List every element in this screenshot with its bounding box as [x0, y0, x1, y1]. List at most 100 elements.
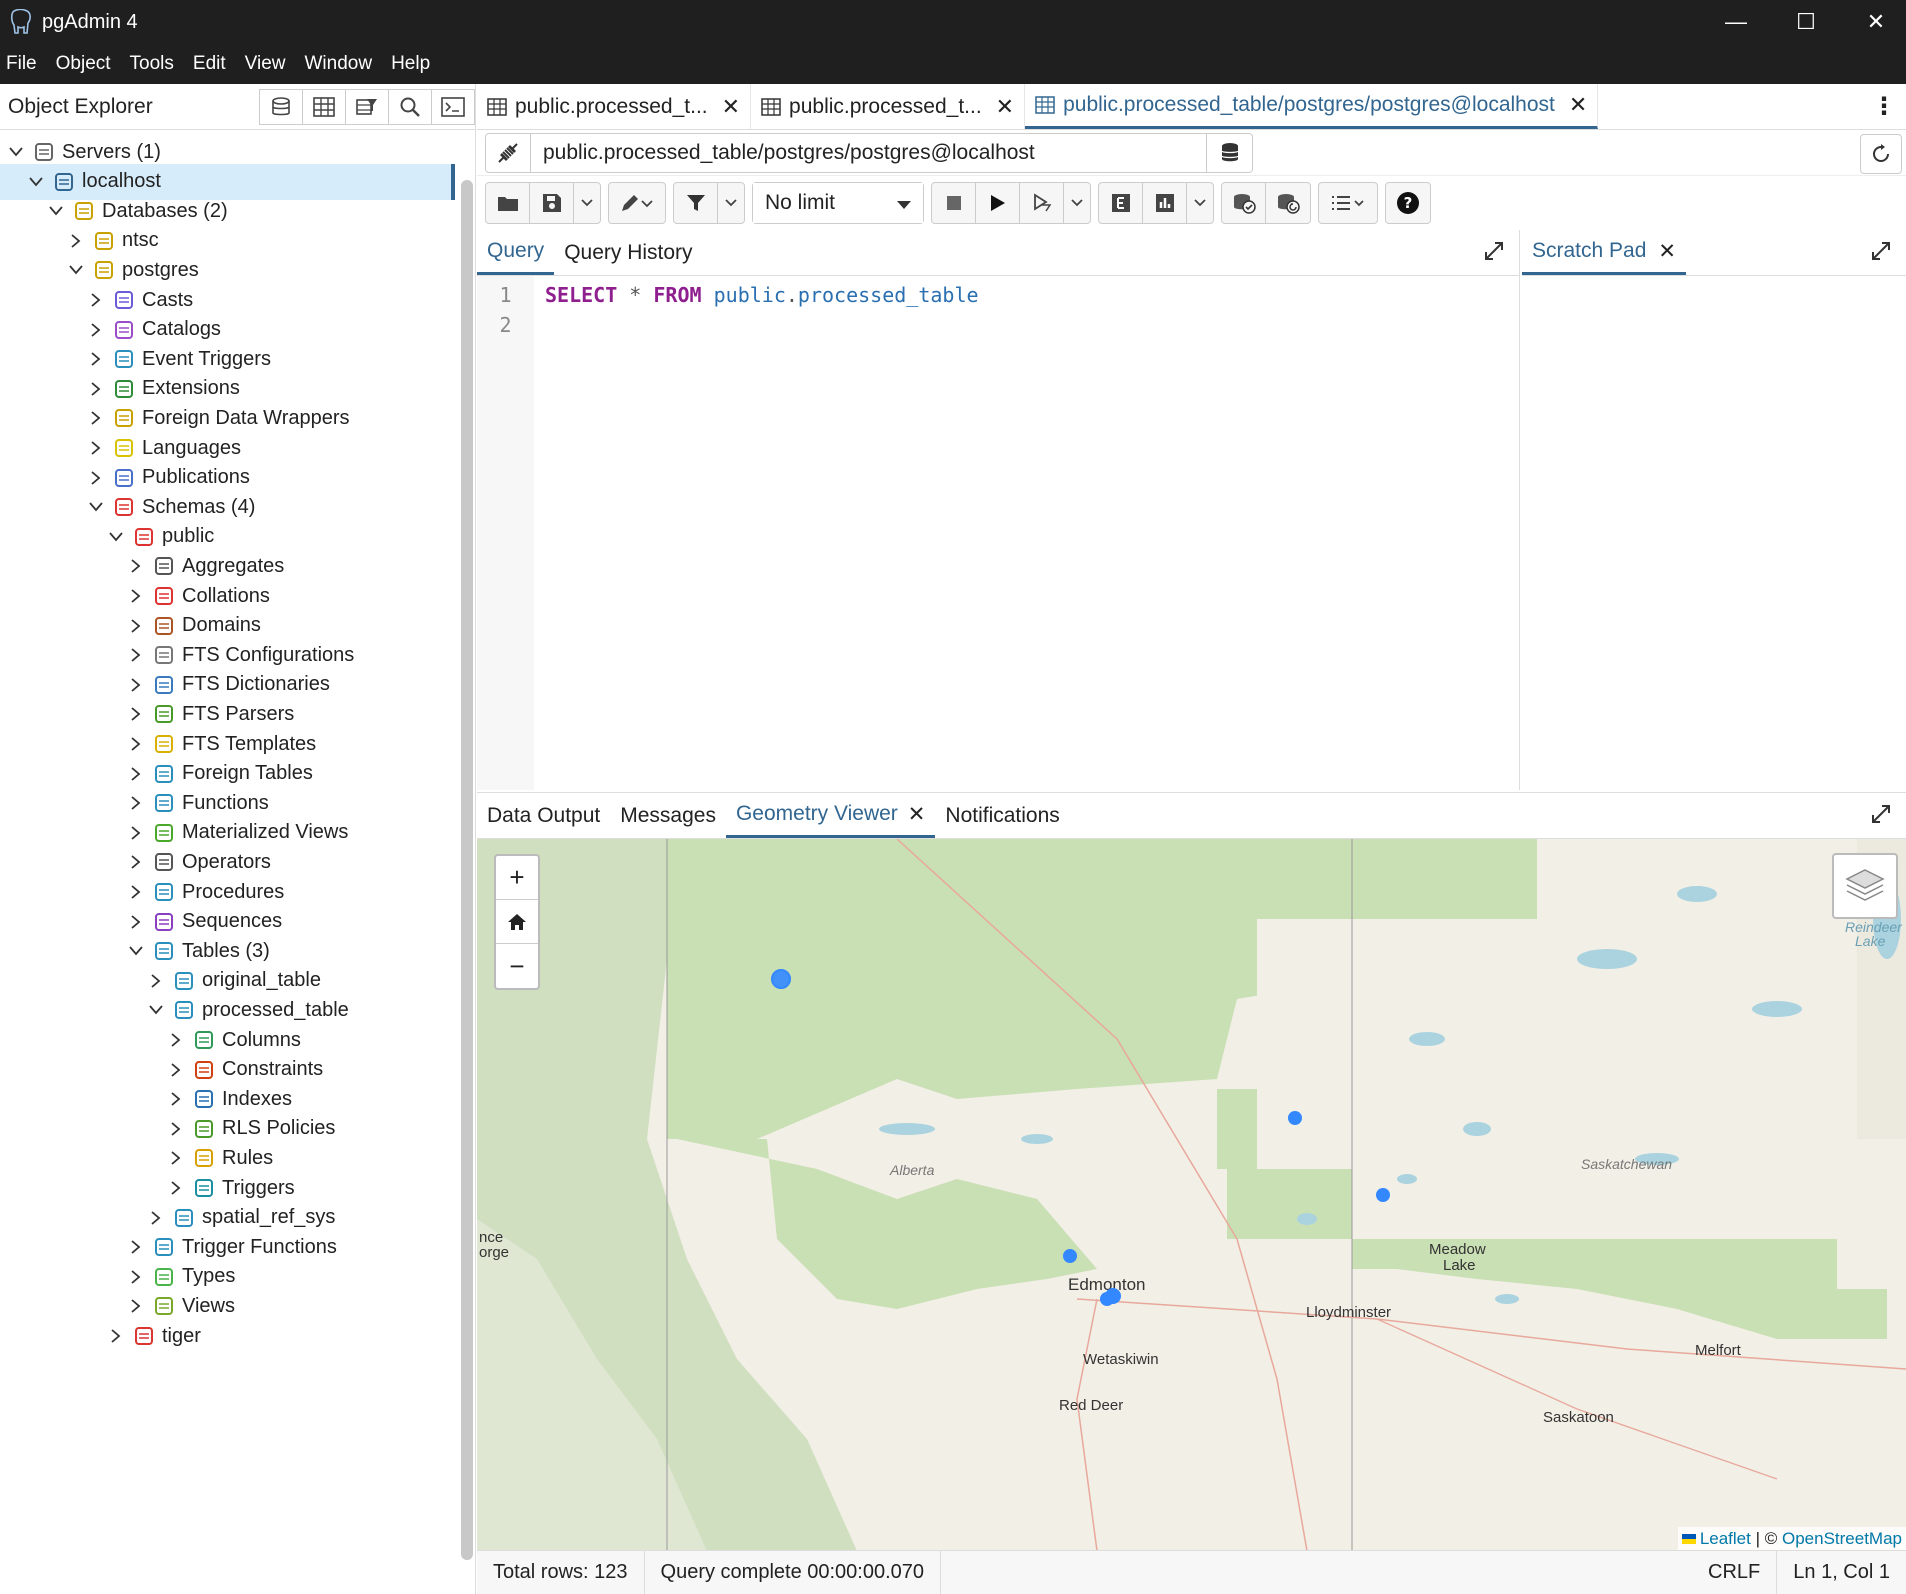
chevron-right-icon[interactable] [146, 1208, 166, 1228]
macros-list-icon[interactable] [1319, 183, 1377, 223]
chevron-right-icon[interactable] [126, 882, 146, 902]
home-icon[interactable] [496, 900, 538, 944]
query-tool-db-icon[interactable] [259, 88, 303, 125]
chevron-right-icon[interactable] [86, 408, 106, 428]
chevron-down-icon[interactable] [106, 527, 126, 547]
chevron-right-icon[interactable] [166, 1030, 186, 1050]
minimize-button[interactable]: — [1701, 0, 1771, 44]
chevron-down-icon[interactable] [26, 172, 46, 192]
rollback-icon[interactable] [1266, 183, 1310, 223]
chevron-right-icon[interactable] [86, 290, 106, 310]
commit-icon[interactable] [1222, 183, 1266, 223]
explain-icon[interactable] [1099, 183, 1143, 223]
explain-analyze-icon[interactable] [1143, 183, 1187, 223]
maximize-panel-icon[interactable] [1483, 240, 1505, 268]
menu-view[interactable]: View [245, 53, 286, 75]
chevron-right-icon[interactable] [166, 1148, 186, 1168]
chevron-right-icon[interactable] [86, 320, 106, 340]
map-layers-icon[interactable] [1832, 853, 1898, 919]
filter-icon[interactable] [674, 183, 718, 223]
chevron-right-icon[interactable] [86, 349, 106, 369]
geometry-map[interactable]: Alberta Saskatchewan Edmonton Meadow Lak… [477, 839, 1906, 1551]
geometry-point[interactable] [1100, 1292, 1114, 1306]
chevron-down-icon[interactable] [718, 183, 744, 223]
tab-query-history[interactable]: Query History [554, 230, 702, 275]
chevron-right-icon[interactable] [126, 734, 146, 754]
chevron-right-icon[interactable] [166, 1119, 186, 1139]
chevron-right-icon[interactable] [126, 1267, 146, 1287]
tab-geometry-viewer[interactable]: Geometry Viewer ✕ [725, 793, 936, 838]
openstreetmap-link[interactable]: OpenStreetMap [1782, 1529, 1902, 1548]
open-file-icon[interactable] [486, 183, 530, 223]
chevron-right-icon[interactable] [126, 586, 146, 606]
close-icon[interactable]: ✕ [908, 802, 926, 827]
tree-item[interactable]: tiger [0, 1318, 455, 1354]
close-icon[interactable]: ✕ [1658, 239, 1676, 264]
save-file-icon[interactable] [530, 183, 574, 223]
close-icon[interactable]: ✕ [996, 94, 1014, 120]
chevron-down-icon[interactable] [574, 183, 600, 223]
chevron-right-icon[interactable] [126, 1237, 146, 1257]
menu-help[interactable]: Help [391, 53, 430, 75]
view-data-table-icon[interactable] [302, 88, 346, 125]
zoom-in-button[interactable]: + [496, 856, 538, 900]
close-window-button[interactable]: ✕ [1841, 0, 1906, 44]
tab-query[interactable]: Query [477, 230, 555, 275]
tab-query-3[interactable]: public.processed_table/postgres/postgres… [1025, 84, 1599, 129]
chevron-down-icon[interactable] [86, 497, 106, 517]
chevron-down-icon[interactable] [146, 1000, 166, 1020]
menu-edit[interactable]: Edit [193, 53, 226, 75]
chevron-right-icon[interactable] [126, 764, 146, 784]
chevron-right-icon[interactable] [146, 971, 166, 991]
chevron-right-icon[interactable] [86, 468, 106, 488]
tab-scratch-pad[interactable]: Scratch Pad ✕ [1522, 230, 1687, 275]
geometry-point[interactable] [1376, 1188, 1390, 1202]
database-icon[interactable] [1207, 132, 1253, 173]
menu-window[interactable]: Window [305, 53, 373, 75]
connection-select[interactable]: public.processed_table/postgres/postgres… [531, 132, 1207, 173]
help-icon[interactable]: ? [1386, 183, 1430, 223]
tree-scrollbar[interactable] [461, 180, 473, 1560]
tab-data-output[interactable]: Data Output [477, 793, 610, 838]
execute-play-icon[interactable] [976, 183, 1020, 223]
psql-terminal-icon[interactable] [431, 88, 475, 125]
chevron-down-icon[interactable] [6, 142, 26, 162]
chevron-right-icon[interactable] [126, 823, 146, 843]
chevron-right-icon[interactable] [126, 793, 146, 813]
stop-icon[interactable] [932, 183, 976, 223]
maximize-button[interactable]: ☐ [1771, 0, 1841, 44]
reset-layout-icon[interactable] [1860, 134, 1902, 174]
chevron-right-icon[interactable] [126, 675, 146, 695]
chevron-down-icon[interactable] [46, 201, 66, 221]
leaflet-link[interactable]: Leaflet [1700, 1529, 1751, 1548]
edit-pencil-icon[interactable] [609, 183, 665, 223]
chevron-right-icon[interactable] [166, 1089, 186, 1109]
tab-query-2[interactable]: public.processed_t... ✕ [751, 84, 1026, 129]
chevron-right-icon[interactable] [126, 912, 146, 932]
geometry-point[interactable] [771, 969, 791, 989]
chevron-down-icon[interactable] [66, 260, 86, 280]
chevron-right-icon[interactable] [86, 438, 106, 458]
connection-plug-icon[interactable] [485, 132, 531, 173]
chevron-right-icon[interactable] [86, 379, 106, 399]
geometry-point[interactable] [1288, 1111, 1302, 1125]
chevron-right-icon[interactable] [126, 1296, 146, 1316]
maximize-panel-icon[interactable] [1870, 803, 1892, 831]
row-limit-select[interactable]: No limit [753, 183, 923, 223]
search-icon[interactable] [388, 88, 432, 125]
chevron-down-icon[interactable] [126, 941, 146, 961]
geometry-point[interactable] [1063, 1249, 1077, 1263]
menu-tools[interactable]: Tools [130, 53, 174, 75]
chevron-right-icon[interactable] [126, 704, 146, 724]
chevron-right-icon[interactable] [126, 645, 146, 665]
sql-editor[interactable]: 1 2 SELECT * FROM public.processed_table [477, 276, 1519, 790]
more-options-icon[interactable]: ⋮ [1872, 92, 1896, 121]
menu-object[interactable]: Object [56, 53, 111, 75]
tab-messages[interactable]: Messages [610, 793, 726, 838]
chevron-down-icon[interactable] [1064, 183, 1090, 223]
maximize-panel-icon[interactable] [1870, 240, 1892, 268]
zoom-out-button[interactable]: − [496, 944, 538, 988]
chevron-right-icon[interactable] [106, 1326, 126, 1346]
chevron-right-icon[interactable] [126, 556, 146, 576]
tab-notifications[interactable]: Notifications [935, 793, 1069, 838]
